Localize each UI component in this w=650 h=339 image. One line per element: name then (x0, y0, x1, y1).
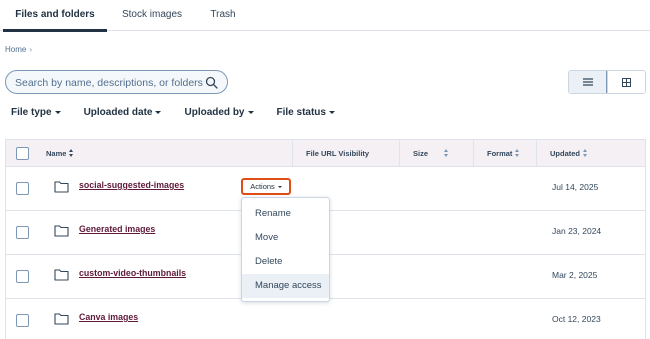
sort-icon (515, 149, 520, 157)
list-view-icon (582, 78, 593, 86)
updated-date: Jan 23, 2024 (552, 226, 602, 236)
row-checkbox[interactable] (16, 270, 29, 283)
filter-uploaded-by-label: Uploaded by (184, 107, 245, 118)
folder-icon (54, 181, 69, 193)
column-size-label: Size (413, 148, 429, 158)
breadcrumb: Home › (5, 45, 32, 54)
sort-icon (444, 149, 449, 157)
sort-icon (583, 149, 588, 157)
actions-dropdown-menu: Rename Move Delete Manage access (241, 197, 330, 302)
filter-uploaded-date-label: Uploaded date (83, 107, 153, 118)
filter-uploaded-date[interactable]: Uploaded date (84, 107, 162, 118)
row-checkbox[interactable] (16, 182, 29, 195)
menu-item-move[interactable]: Move (242, 226, 329, 250)
column-url-visibility-label: File URL Visibility (306, 148, 370, 158)
breadcrumb-home-link[interactable]: Home (5, 45, 26, 54)
view-toggle (568, 70, 646, 94)
folder-icon (54, 313, 69, 325)
folder-name-link[interactable]: Canva images (79, 312, 138, 322)
filter-file-status[interactable]: File status (277, 107, 335, 118)
updated-date: Oct 12, 2023 (552, 314, 601, 324)
folder-icon (54, 225, 69, 237)
caret-down-icon (247, 111, 254, 114)
folder-icon (54, 269, 69, 281)
updated-date: Mar 2, 2025 (552, 270, 598, 280)
grid-view-icon (622, 77, 631, 87)
search-input[interactable] (15, 75, 205, 90)
filter-file-type[interactable]: File type (11, 107, 61, 118)
breadcrumb-separator-icon: › (29, 45, 33, 54)
column-format-label: Format (487, 148, 513, 158)
menu-item-delete[interactable]: Delete (242, 250, 329, 274)
menu-item-manage-access[interactable]: Manage access (242, 274, 329, 298)
table-header: Name File URL Visibility Size Format Upd… (5, 139, 646, 167)
search-box (5, 70, 228, 94)
column-updated-label: Updated (550, 148, 580, 158)
column-header-updated[interactable]: Updated (536, 140, 644, 166)
tab-trash[interactable]: Trash (203, 0, 243, 31)
filter-file-status-label: File status (276, 107, 326, 118)
select-all-checkbox[interactable] (16, 146, 29, 160)
sort-icon (69, 149, 74, 157)
caret-down-icon (155, 111, 162, 114)
column-header-format[interactable]: Format (473, 140, 536, 166)
tab-stock-images[interactable]: Stock images (112, 0, 192, 31)
folder-name-link[interactable]: social-suggested-images (79, 180, 184, 190)
row-checkbox[interactable] (16, 226, 29, 239)
grid-view-button[interactable] (607, 71, 645, 93)
filter-bar: File type Uploaded date Uploaded by File… (11, 107, 358, 118)
list-view-button[interactable] (569, 71, 607, 93)
caret-down-icon (328, 111, 335, 114)
column-header-size[interactable]: Size (399, 140, 473, 166)
menu-item-rename[interactable]: Rename (242, 202, 329, 226)
search-icon[interactable] (205, 76, 218, 89)
actions-button-label: Actions (250, 182, 275, 191)
tab-bar: Files and folders Stock images Trash (0, 0, 650, 32)
updated-date: Jul 14, 2025 (552, 182, 599, 192)
column-header-url-visibility: File URL Visibility (292, 140, 399, 166)
column-name-label: Name (46, 148, 67, 158)
tab-files-and-folders[interactable]: Files and folders (3, 0, 107, 32)
actions-button[interactable]: Actions (241, 178, 291, 195)
filter-file-type-label: File type (11, 107, 52, 118)
table-row[interactable]: Canva images Oct 12, 2023 (5, 299, 646, 339)
header-select-all (16, 146, 29, 160)
folder-name-link[interactable]: Generated images (79, 224, 155, 234)
caret-down-icon (277, 185, 282, 188)
filter-uploaded-by[interactable]: Uploaded by (184, 107, 254, 118)
row-checkbox[interactable] (16, 314, 29, 327)
column-header-name[interactable]: Name (46, 140, 74, 166)
folder-name-link[interactable]: custom-video-thumbnails (79, 268, 186, 278)
caret-down-icon (54, 111, 61, 114)
